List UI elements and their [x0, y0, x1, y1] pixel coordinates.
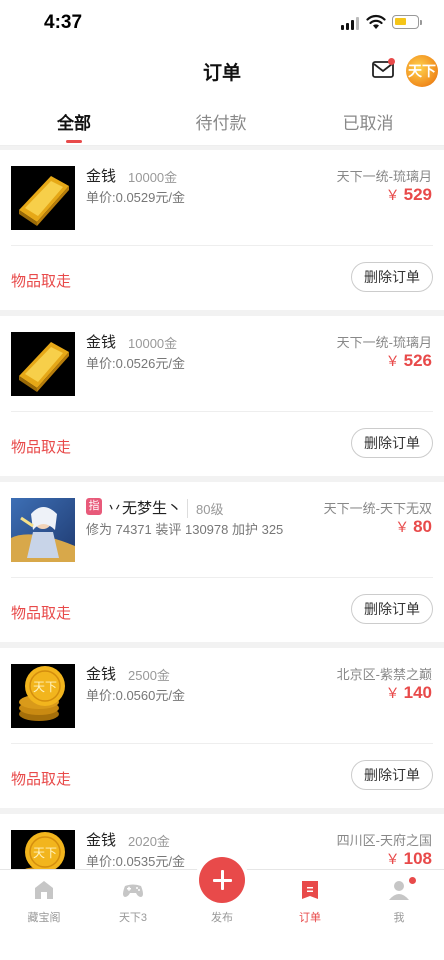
gold-coins-image: 天下 [11, 664, 75, 728]
item-name: 金钱 [86, 334, 117, 351]
server-name: 北京区-紫禁之巅 [336, 667, 432, 682]
order-tabs: 全部 待付款 已取消 [0, 98, 444, 146]
delete-order-button[interactable]: 删除订单 [351, 594, 433, 624]
order-status: 物品取走 [11, 771, 72, 788]
item-quantity: 2500金 [128, 668, 170, 683]
wifi-icon [366, 14, 386, 29]
coin-text: 天下 [33, 846, 57, 860]
item-name: 金钱 [86, 168, 117, 185]
divider [11, 245, 433, 246]
unit-price: 单价:0.0560元/金 [86, 688, 185, 703]
home-icon [35, 881, 53, 899]
nav-label: 订单 [299, 912, 321, 924]
order-price: ￥ 80 [395, 517, 432, 537]
gamepad-icon [123, 884, 143, 897]
character-name: 丷无梦生丶 [107, 500, 183, 517]
price-value: 526 [403, 351, 432, 370]
item-quantity: 10000金 [128, 170, 178, 185]
unit-price: 单价:0.0535元/金 [86, 854, 185, 869]
price-value: 140 [403, 683, 432, 702]
avatar[interactable]: 天下 [406, 55, 438, 87]
item-name: 金钱 [86, 666, 117, 683]
order-price: ￥ 140 [386, 683, 432, 703]
currency-symbol: ￥ [385, 353, 400, 369]
order-card[interactable]: 金钱 10000金 单价:0.0529元/金 天下一统-琉璃月 ￥ 529 物品取… [0, 150, 444, 310]
character-image [11, 498, 75, 562]
user-icon [389, 881, 409, 900]
publish-button[interactable] [199, 857, 245, 903]
order-card[interactable]: 指 丷无梦生丶 80级 修为 74371 装评 130978 加护 325 天下… [0, 482, 444, 642]
price-value: 529 [403, 185, 432, 204]
signal-icon [341, 17, 361, 30]
currency-symbol: ￥ [395, 519, 410, 535]
unit-price: 单价:0.0526元/金 [86, 356, 185, 371]
character-level: 80级 [187, 499, 223, 518]
order-status: 物品取走 [11, 605, 72, 622]
order-price: ￥ 529 [386, 185, 432, 205]
status-time: 4:37 [44, 12, 83, 33]
order-status: 物品取走 [11, 439, 72, 456]
server-name: 天下一统-琉璃月 [336, 335, 432, 350]
coin-text: 天下 [33, 680, 57, 694]
mail-notification-dot [388, 58, 395, 65]
server-name: 四川区-天府之国 [336, 833, 432, 848]
currency-symbol: ￥ [385, 685, 400, 701]
currency-symbol: ￥ [385, 187, 400, 203]
gold-coins-image: 天下 [11, 830, 75, 874]
nav-label: 我 [393, 912, 405, 924]
nav-label: 藏宝阁 [27, 912, 61, 924]
tab-all[interactable]: 全部 [14, 109, 134, 134]
currency-symbol: ￥ [385, 851, 400, 867]
gold-bar-image [11, 332, 75, 396]
delete-order-button[interactable]: 删除订单 [351, 760, 433, 790]
nav-home[interactable]: 藏宝阁 [9, 878, 79, 925]
gold-bar-image [11, 166, 75, 230]
tab-pending-payment[interactable]: 待付款 [161, 109, 281, 134]
status-bar: 4:37 [0, 0, 444, 46]
delete-order-button[interactable]: 删除订单 [351, 428, 433, 458]
order-icon [302, 881, 318, 899]
order-price: ￥ 526 [386, 351, 432, 371]
price-value: 80 [413, 517, 432, 536]
order-card[interactable]: 金钱 10000金 单价:0.0526元/金 天下一统-琉璃月 ￥ 526 物品取… [0, 316, 444, 476]
item-name: 金钱 [86, 832, 117, 849]
server-name: 天下一统-天下无双 [323, 501, 432, 516]
order-price: ￥ 108 [386, 849, 432, 869]
nav-game[interactable]: 天下3 [98, 878, 168, 925]
nav-header: 订单 天下 [0, 46, 444, 98]
divider [11, 577, 433, 578]
tab-cancelled[interactable]: 已取消 [308, 109, 428, 134]
nav-label: 天下3 [118, 912, 148, 924]
publish-label: 发布 [211, 912, 233, 924]
item-quantity: 2020金 [128, 834, 170, 849]
unit-price: 单价:0.0529元/金 [86, 190, 185, 205]
divider [11, 411, 433, 412]
nav-orders[interactable]: 订单 [275, 878, 345, 925]
order-status: 物品取走 [11, 273, 72, 290]
tag-badge: 指 [86, 498, 102, 515]
delete-order-button[interactable]: 删除订单 [351, 262, 433, 292]
battery-icon [392, 15, 422, 29]
item-quantity: 10000金 [128, 336, 178, 351]
nav-me[interactable]: 我 [364, 878, 434, 925]
divider [11, 743, 433, 744]
character-stats: 修为 74371 装评 130978 加护 325 [86, 522, 284, 537]
me-notification-dot [409, 877, 416, 884]
price-value: 108 [403, 849, 432, 868]
order-card[interactable]: 天下 金钱 2500金 单价:0.0560元/金 北京区-紫禁之巅 ￥ 140 物… [0, 648, 444, 808]
active-tab-indicator [66, 140, 82, 143]
server-name: 天下一统-琉璃月 [336, 169, 432, 184]
